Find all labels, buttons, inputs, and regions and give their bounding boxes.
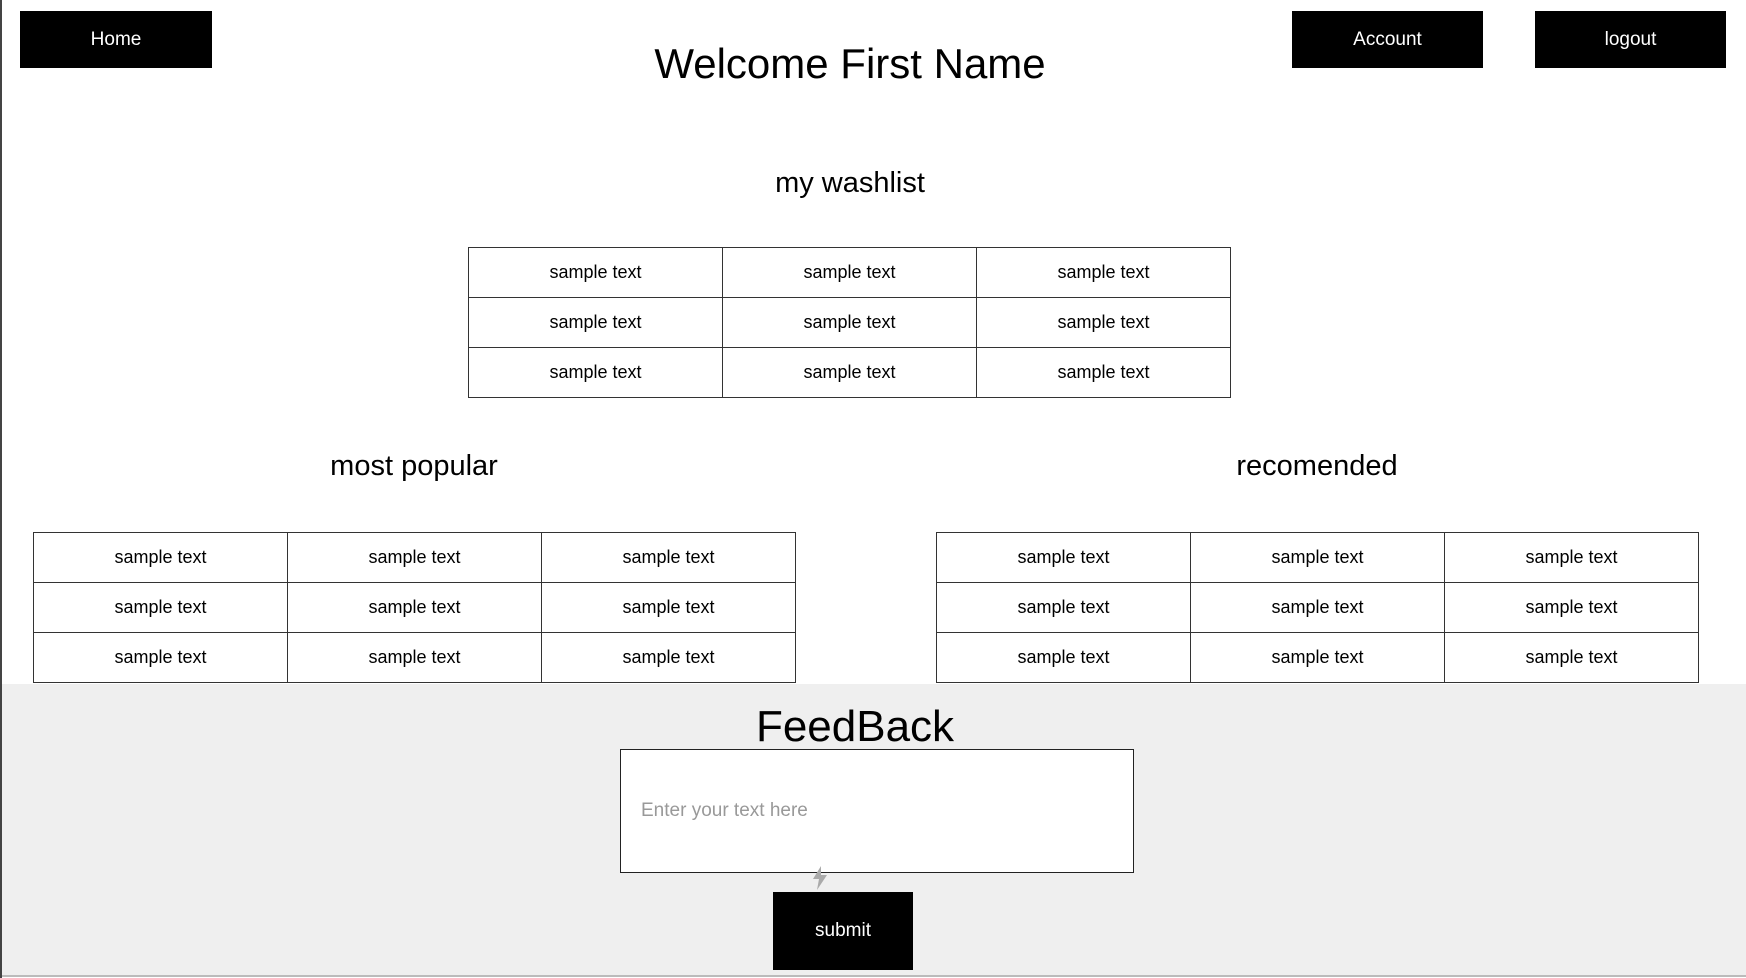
table-cell: sample text bbox=[1444, 532, 1699, 583]
table-row: sample text sample text sample text bbox=[33, 532, 796, 583]
table-row: sample text sample text sample text bbox=[468, 347, 1231, 398]
table-cell: sample text bbox=[722, 247, 977, 298]
popular-heading: most popular bbox=[330, 450, 498, 482]
table-cell: sample text bbox=[33, 582, 288, 633]
table-cell: sample text bbox=[936, 532, 1191, 583]
feedback-input[interactable]: Enter your text here bbox=[620, 749, 1134, 873]
feedback-heading: FeedBack bbox=[755, 702, 955, 751]
submit-button[interactable]: submit bbox=[773, 892, 913, 970]
table-row: sample text sample text sample text bbox=[468, 247, 1231, 298]
table-cell: sample text bbox=[541, 532, 796, 583]
table-cell: sample text bbox=[1444, 582, 1699, 633]
table-cell: sample text bbox=[287, 532, 542, 583]
table-cell: sample text bbox=[33, 532, 288, 583]
feedback-placeholder: Enter your text here bbox=[641, 800, 808, 821]
table-cell: sample text bbox=[722, 297, 977, 348]
home-button[interactable]: Home bbox=[20, 11, 212, 68]
table-row: sample text sample text sample text bbox=[936, 532, 1699, 583]
washlist-heading: my washlist bbox=[775, 167, 925, 199]
page-title: Welcome First Name bbox=[654, 40, 1046, 87]
lightning-icon bbox=[813, 866, 827, 890]
popular-table: sample text sample text sample text sample … bbox=[33, 532, 796, 683]
recommended-table: sample text sample text sample text sample … bbox=[936, 532, 1699, 683]
table-cell: sample text bbox=[1190, 532, 1445, 583]
table-cell: sample text bbox=[287, 582, 542, 633]
table-cell: sample text bbox=[1444, 632, 1699, 683]
table-cell: sample text bbox=[936, 632, 1191, 683]
table-cell: sample text bbox=[541, 582, 796, 633]
table-row: sample text sample text sample text bbox=[936, 632, 1699, 683]
table-cell: sample text bbox=[1190, 582, 1445, 633]
table-row: sample text sample text sample text bbox=[33, 632, 796, 683]
table-cell: sample text bbox=[936, 582, 1191, 633]
account-button[interactable]: Account bbox=[1292, 11, 1483, 68]
table-row: sample text sample text sample text bbox=[33, 582, 796, 633]
table-row: sample text sample text sample text bbox=[936, 582, 1699, 633]
table-cell: sample text bbox=[976, 297, 1231, 348]
table-row: sample text sample text sample text bbox=[468, 297, 1231, 348]
table-cell: sample text bbox=[287, 632, 542, 683]
table-cell: sample text bbox=[976, 247, 1231, 298]
table-cell: sample text bbox=[976, 347, 1231, 398]
logout-button[interactable]: logout bbox=[1535, 11, 1726, 68]
table-cell: sample text bbox=[722, 347, 977, 398]
table-cell: sample text bbox=[541, 632, 796, 683]
table-cell: sample text bbox=[1190, 632, 1445, 683]
washlist-table: sample text sample text sample text sample … bbox=[468, 247, 1231, 398]
table-cell: sample text bbox=[468, 297, 723, 348]
table-cell: sample text bbox=[468, 347, 723, 398]
recommended-heading: recomended bbox=[1236, 450, 1398, 482]
table-cell: sample text bbox=[33, 632, 288, 683]
table-cell: sample text bbox=[468, 247, 723, 298]
